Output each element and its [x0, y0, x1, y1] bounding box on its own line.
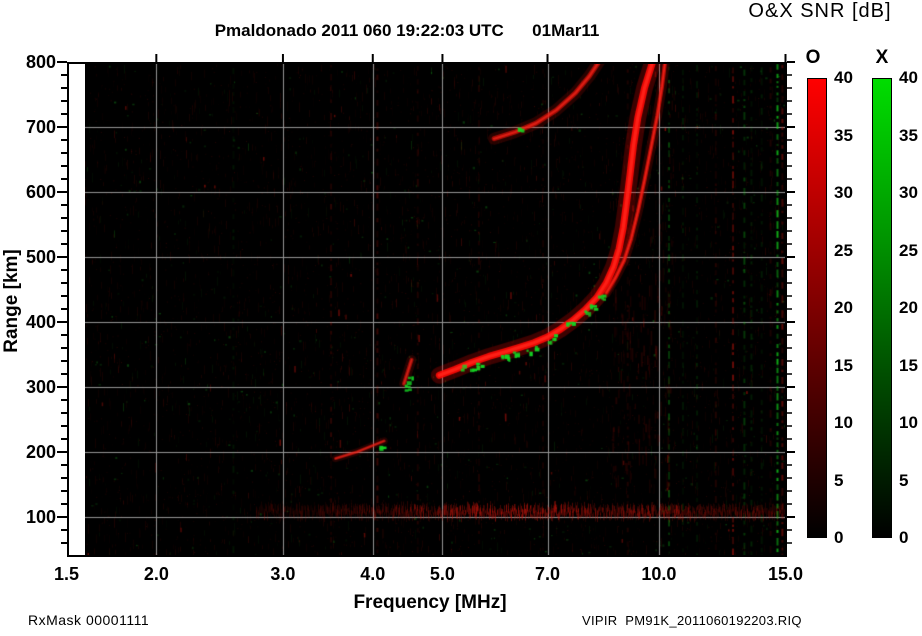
y-tick-label: 500 — [25, 247, 56, 267]
y-tick-label: 800 — [25, 52, 56, 72]
colorbar-x-tick-label: 40 — [899, 68, 918, 87]
colorbar-o-gradient — [807, 78, 827, 538]
colorbar-o-tick-label: 40 — [834, 68, 853, 87]
colorbar-o-tick-label: 25 — [834, 240, 853, 260]
colorbar-o-tick-label: 0 — [834, 528, 844, 547]
x-tick-label: 7.0 — [535, 564, 561, 584]
colorbar-x-tick-label: 0 — [899, 528, 909, 547]
x-tick-label: 2.0 — [143, 564, 169, 584]
colorbar-title: O&X SNR [dB] — [748, 0, 892, 22]
y-axis-title: Range [km] — [1, 249, 22, 353]
colorbar-x-gradient — [872, 78, 892, 538]
colorbar-x-tick-label: 10 — [899, 413, 918, 432]
page-title: Pmaldonado 2011 060 19:22:03 UTC 01Mar11 — [214, 21, 600, 40]
colorbar-x-header: X — [875, 47, 889, 68]
x-tick-label: 5.0 — [429, 564, 455, 584]
colorbar-o-header: O — [805, 47, 821, 68]
colorbar-x-tick-label: 35 — [899, 125, 918, 145]
y-tick-label: 600 — [25, 182, 56, 202]
footer-rxmask: RxMask 00001111 — [28, 612, 150, 628]
x-axis-title: Frequency [MHz] — [353, 592, 507, 613]
colorbar-x-tick-label: 25 — [899, 240, 918, 260]
colorbar-x-tick-label: 20 — [899, 298, 918, 317]
colorbar-x-tick-label: 30 — [899, 183, 918, 202]
colorbar-x-tick-label: 15 — [899, 355, 918, 375]
colorbar-o-tick-label: 5 — [834, 470, 844, 490]
y-tick-label: 400 — [25, 312, 56, 332]
colorbar-x-tick-label: 5 — [899, 470, 909, 490]
colorbar-o-tick-label: 20 — [834, 298, 853, 317]
colorbar-o-tick-label: 30 — [834, 183, 853, 202]
colorbar-o-tick-label: 10 — [834, 413, 853, 432]
y-tick-label: 700 — [25, 117, 56, 137]
y-tick-label: 200 — [25, 442, 56, 462]
ionogram-canvas — [85, 64, 787, 556]
y-tick-label: 100 — [25, 507, 56, 527]
x-tick-label: 10.0 — [641, 564, 677, 584]
x-tick-label: 4.0 — [360, 564, 386, 584]
y-tick-label: 300 — [25, 377, 56, 397]
ionogram-page: Pmaldonado 2011 060 19:22:03 UTC 01Mar11… — [0, 0, 922, 636]
colorbar-o-tick-label: 35 — [834, 125, 853, 145]
x-tick-label: 3.0 — [270, 564, 296, 584]
x-tick-label: 15.0 — [767, 564, 804, 584]
footer-filename: VIPIR PM91K_2011060192203.RIQ — [582, 613, 802, 628]
x-tick-label: 1.5 — [53, 564, 80, 584]
colorbar-o-tick-label: 15 — [834, 355, 853, 375]
